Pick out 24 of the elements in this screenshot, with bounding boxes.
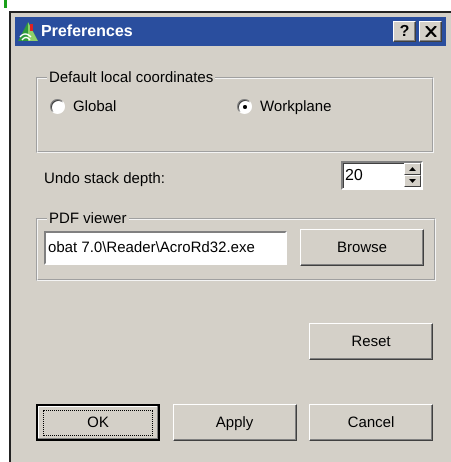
close-button[interactable] (419, 21, 442, 42)
radio-label[interactable]: Workplane (260, 98, 332, 115)
group-label: PDF viewer (48, 210, 128, 227)
dialog-button[interactable]: OK (36, 404, 160, 441)
dialog-button[interactable]: Apply (172, 404, 296, 441)
spin-up-button[interactable] (404, 163, 421, 175)
app-logo-icon (17, 20, 39, 42)
spin-down-button[interactable] (404, 175, 421, 187)
radio-button[interactable] (237, 99, 252, 114)
help-button[interactable]: ? (393, 21, 416, 42)
browse-button[interactable]: Browse (300, 229, 424, 266)
field-label: Undo stack depth: (44, 170, 165, 187)
up-triangle-icon (409, 167, 416, 171)
close-icon (424, 26, 436, 37)
window-title: Preferences (41, 22, 134, 40)
number-input[interactable]: 20 (343, 163, 400, 188)
spin-box[interactable]: 20 (341, 161, 423, 190)
down-triangle-icon (409, 179, 416, 183)
radio-button[interactable] (50, 99, 65, 114)
reset-button[interactable]: Reset (309, 323, 433, 360)
dialog-button[interactable]: Cancel (309, 404, 433, 441)
group-label: Default local coordinates (48, 69, 214, 86)
path-field[interactable]: obat 7.0\Reader\AcroRd32.exe (44, 230, 287, 264)
radio-label[interactable]: Global (73, 98, 116, 115)
